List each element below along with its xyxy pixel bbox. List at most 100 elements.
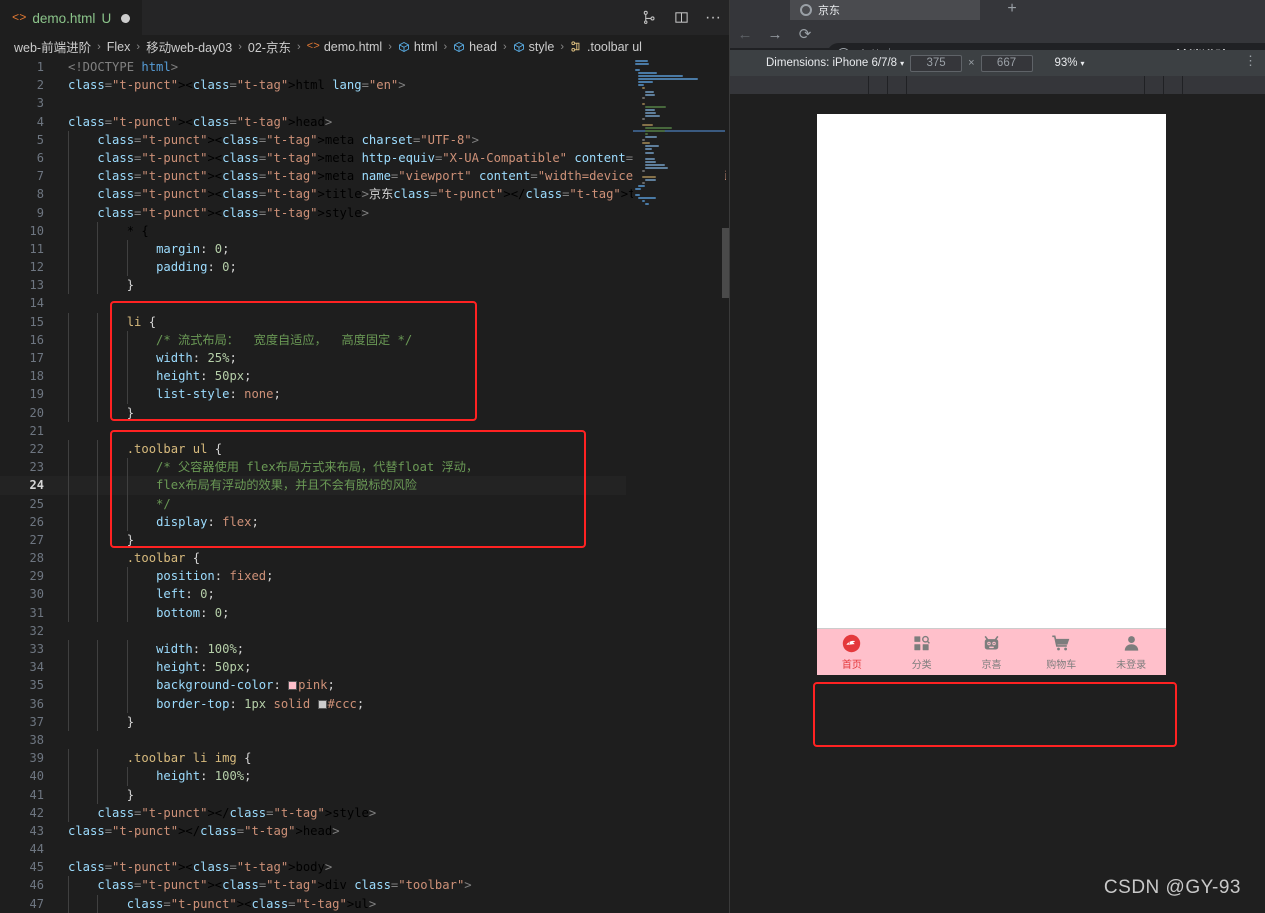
line-number: 9 [36,205,44,220]
code-editor[interactable]: 1 <!DOCTYPE html> 2 class="t-punct"><class=… [0,58,730,913]
device-width-input[interactable]: 375 [910,54,963,72]
jd-toolbar-item-cart[interactable]: 购物车 [1026,629,1096,676]
code-line[interactable]: 17 width: 25%; [0,349,626,368]
code-text: list-style: none; [156,387,281,402]
code-line[interactable]: 39 .toolbar li img { [0,749,626,768]
breadcrumb-item-8[interactable]: .toolbar ul [570,40,642,54]
code-line[interactable]: 24 flex布局有浮动的效果，并且不会有脱标的风险 [0,476,626,495]
panel-seg[interactable] [730,76,868,94]
code-line[interactable]: 21 [0,422,626,440]
code-line[interactable]: 35 background-color: pink; [0,676,626,695]
code-line[interactable]: 32 [0,622,626,640]
jd-toolbar-item-category[interactable]: 分类 [887,629,957,676]
panel-seg[interactable] [1164,76,1183,94]
jd-toolbar-label: 购物车 [1046,660,1077,671]
new-tab-button[interactable]: + [998,0,1026,18]
breadcrumb-item-7[interactable]: style [513,40,554,54]
code-line[interactable]: 13 } [0,276,626,295]
device-dimensions-label[interactable]: Dimensions: iPhone 6/7/8 ▾ [766,57,904,69]
device-height-input[interactable]: 667 [980,54,1033,72]
code-line[interactable]: 12 padding: 0; [0,258,626,277]
code-line[interactable]: 20 } [0,403,626,422]
code-line[interactable]: 42 class="t-punct"></class="t-tag">style… [0,803,626,822]
browser-tab[interactable]: 京东 [790,0,980,20]
devtools-more-options-icon[interactable]: ⋮ [1244,54,1257,67]
code-line[interactable]: 36 border-top: 1px solid #ccc; [0,694,626,713]
code-text: width: 100%; [156,642,245,656]
unsaved-dot-icon[interactable] [121,13,131,23]
code-line[interactable]: 47 class="t-punct"><class="t-tag">ul> [0,894,626,913]
reload-button[interactable]: ⟳ [790,20,820,48]
minimap-line [635,60,648,62]
code-line[interactable]: 45 class="t-punct"><class="t-tag">body> [0,858,626,876]
back-button[interactable]: ← [730,20,760,48]
jd-category-icon [912,633,931,653]
code-line[interactable]: 3 [0,94,626,112]
breadcrumb-item-5[interactable]: html [398,40,438,54]
code-line[interactable]: 43 class="t-punct"></class="t-tag">head> [0,822,626,840]
breadcrumb-item-6[interactable]: head [453,40,497,54]
code-line[interactable]: 9 class="t-punct"><class="t-tag">style> [0,203,626,222]
forward-button[interactable]: → [760,20,790,48]
more-actions-icon[interactable]: ··· [704,9,722,27]
breadcrumb-item-2[interactable]: 移动web-day03 [146,37,232,56]
code-line[interactable]: 30 left: 0; [0,585,626,604]
code-line[interactable]: 33 width: 100%; [0,640,626,659]
panel-seg[interactable] [887,76,906,94]
code-line[interactable]: 4 class="t-punct"><class="t-tag">head> [0,113,626,131]
code-line[interactable]: 38 [0,731,626,749]
jd-toolbar-item-home[interactable]: 首页 [817,629,887,676]
panel-seg[interactable] [906,76,1145,94]
code-line[interactable]: 7 class="t-punct"><class="t-tag">meta na… [0,167,730,186]
minimap[interactable] [633,58,725,913]
code-line[interactable]: 22 .toolbar ul { [0,439,626,459]
code-line[interactable]: 15 li { [0,312,626,331]
jd-toolbar-item-jingxi[interactable]: 京喜 [957,629,1027,676]
code-line[interactable]: 31 bottom: 0; [0,603,626,622]
split-editor-icon[interactable] [672,9,690,27]
panel-seg[interactable] [1183,76,1265,94]
code-line[interactable]: 41 } [0,785,626,804]
code-line[interactable]: 14 [0,294,626,312]
code-line[interactable]: 26 display: flex; [0,512,626,531]
code-line[interactable]: 28 .toolbar { [0,549,626,568]
breadcrumb-item-4[interactable]: <> demo.html [307,40,383,54]
code-lines[interactable]: 1 <!DOCTYPE html> 2 class="t-punct"><class=… [0,58,730,913]
code-line[interactable]: 10 * { [0,221,626,240]
code-line[interactable]: 6 class="t-punct"><class="t-tag">meta ht… [0,148,706,168]
minimap-line [638,81,653,84]
code-line[interactable]: 1 <!DOCTYPE html> [0,58,626,76]
code-line[interactable]: 40 height: 100%; [0,767,626,786]
code-line[interactable]: 8 class="t-punct"><class="t-tag">title>京… [0,185,672,204]
editor-tab-demo-html[interactable]: <> demo.html U [0,0,143,35]
code-line[interactable]: 19 list-style: none; [0,385,626,404]
code-line[interactable]: 25 */ [0,494,626,513]
breadcrumb-item-0[interactable]: web-前端进阶 [14,37,91,56]
panel-seg[interactable] [868,76,887,94]
code-line[interactable]: 23 /* 父容器使用 flex布局方式来布局，代替float 浮动， [0,458,626,477]
code-line[interactable]: 37 } [0,712,626,731]
jd-toolbar-item-user[interactable]: 未登录 [1096,629,1166,676]
code-line[interactable]: 11 margin: 0; [0,239,626,259]
device-zoom-select[interactable]: 93% ▾ [1055,57,1085,69]
code-line[interactable]: 29 position: fixed; [0,567,626,586]
minimap-line [638,75,684,78]
split-diff-icon[interactable] [640,9,658,27]
code-line[interactable]: 2 class="t-punct"><class="t-tag">html lan… [0,76,626,94]
code-text: background-color: pink; [156,678,335,693]
rendered-page[interactable]: 首页 分类 京喜 购物车 未登录 [817,114,1166,675]
code-line[interactable]: 44 [0,840,626,858]
code-text: class="t-punct"><class="t-tag">meta name… [97,169,730,184]
code-line[interactable]: 5 class="t-punct"><class="t-tag">meta ch… [0,130,626,149]
code-line[interactable]: 18 height: 50px; [0,367,626,386]
code-text: class="t-punct"><class="t-tag">title>京东c… [97,187,672,202]
panel-seg[interactable] [1145,76,1164,94]
code-line[interactable]: 16 /* 流式布局： 宽度自适应， 高度固定 */ [0,330,626,349]
code-line[interactable]: 46 class="t-punct"><class="t-tag">div cl… [0,876,626,895]
code-line[interactable]: 34 height: 50px; [0,658,626,677]
breadcrumb-item-3[interactable]: 02-京东 [248,37,291,56]
breadcrumb-label: html [413,39,438,54]
chevron-down-icon: ▾ [1080,59,1085,68]
breadcrumb-item-1[interactable]: Flex [107,40,131,54]
code-line[interactable]: 27 } [0,530,626,550]
